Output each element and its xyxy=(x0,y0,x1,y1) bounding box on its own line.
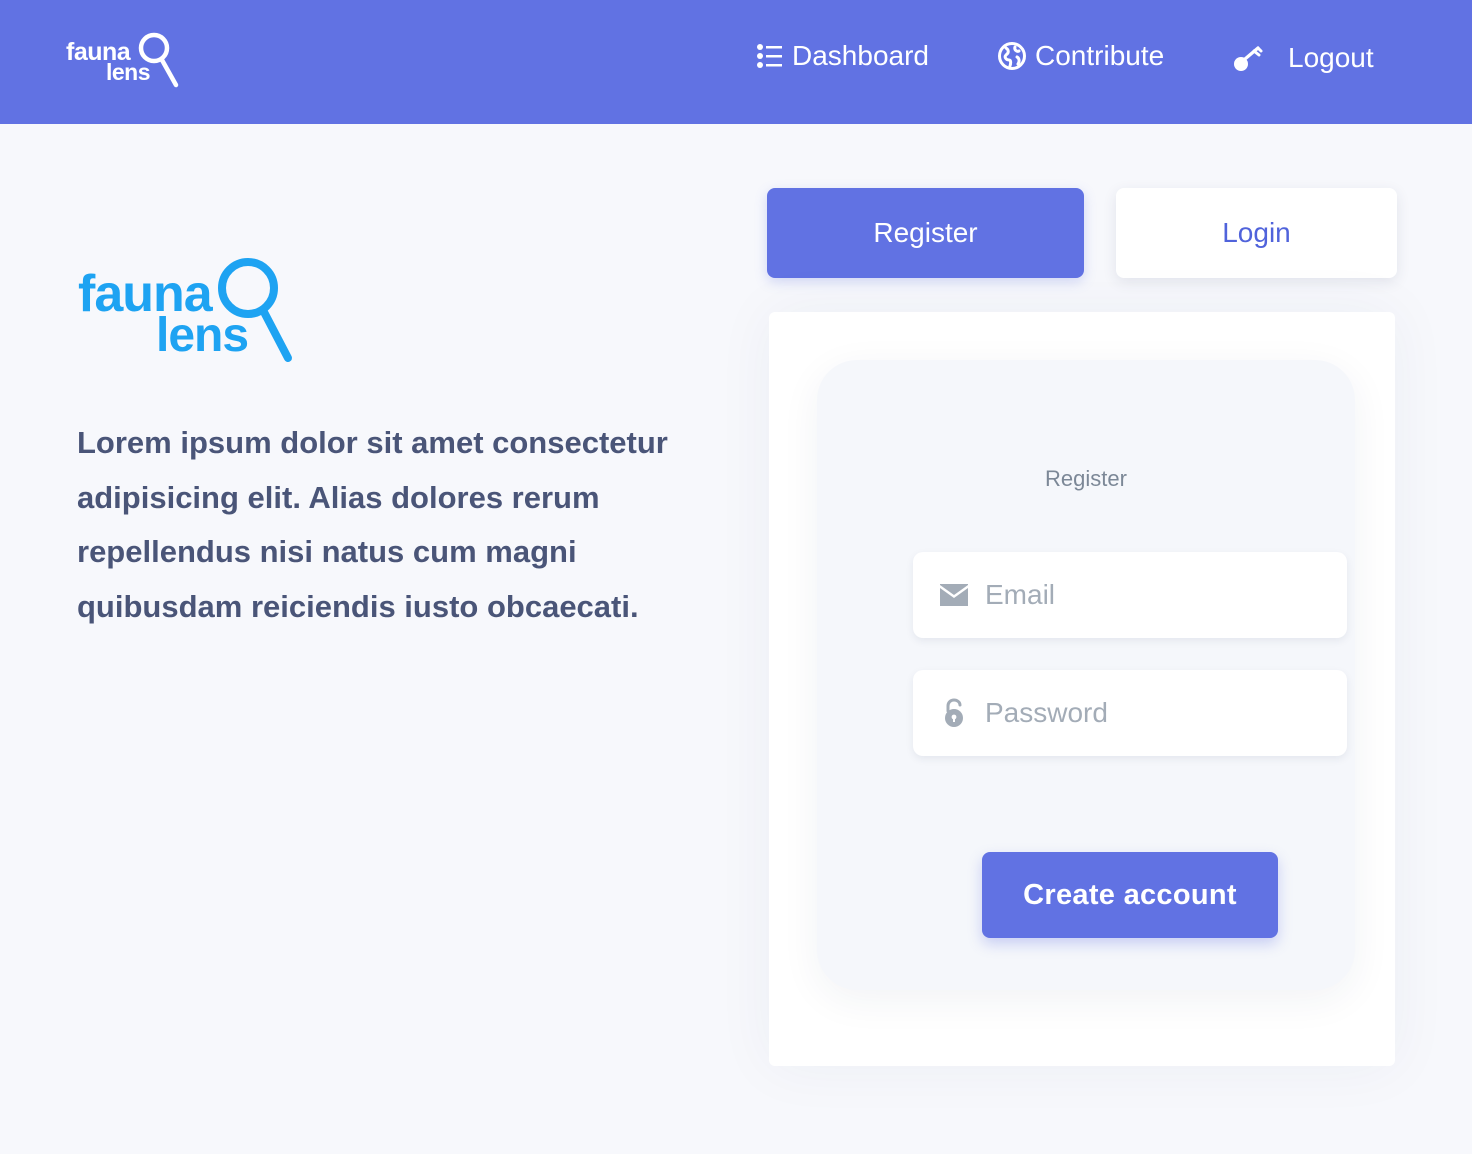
nav-dashboard[interactable]: Dashboard xyxy=(756,36,929,76)
password-field[interactable] xyxy=(913,670,1347,756)
hero-description: Lorem ipsum dolor sit amet consectetur a… xyxy=(77,425,668,624)
globe-icon xyxy=(997,41,1027,71)
envelope-icon xyxy=(935,583,973,607)
key-icon xyxy=(1232,42,1266,74)
nav-logout-label: Logout xyxy=(1288,42,1374,73)
top-navbar: fauna lens Dashboard Contribute Logout xyxy=(0,0,1472,124)
register-form: Register Create account xyxy=(817,360,1355,990)
nav-contribute-label: Contribute xyxy=(1035,40,1165,71)
magnifier-icon xyxy=(218,258,292,362)
nav-dashboard-label: Dashboard xyxy=(792,40,929,71)
password-input[interactable] xyxy=(985,697,1325,729)
create-account-button[interactable]: Create account xyxy=(982,852,1278,938)
nav-contribute[interactable]: Contribute xyxy=(997,36,1164,76)
header-logo[interactable]: fauna lens xyxy=(64,30,184,92)
email-input[interactable] xyxy=(985,579,1325,611)
tab-login[interactable]: Login xyxy=(1116,188,1397,278)
list-icon xyxy=(756,42,784,70)
magnifier-icon xyxy=(138,32,179,88)
email-field[interactable] xyxy=(913,552,1347,638)
tab-register[interactable]: Register xyxy=(767,188,1084,278)
unlock-icon xyxy=(935,697,973,729)
nav-logout[interactable]: Logout xyxy=(1232,38,1374,78)
hero-logo: fauna lens xyxy=(78,254,308,369)
form-title: Register xyxy=(1045,466,1127,491)
register-card: Register Create account xyxy=(769,312,1395,1066)
